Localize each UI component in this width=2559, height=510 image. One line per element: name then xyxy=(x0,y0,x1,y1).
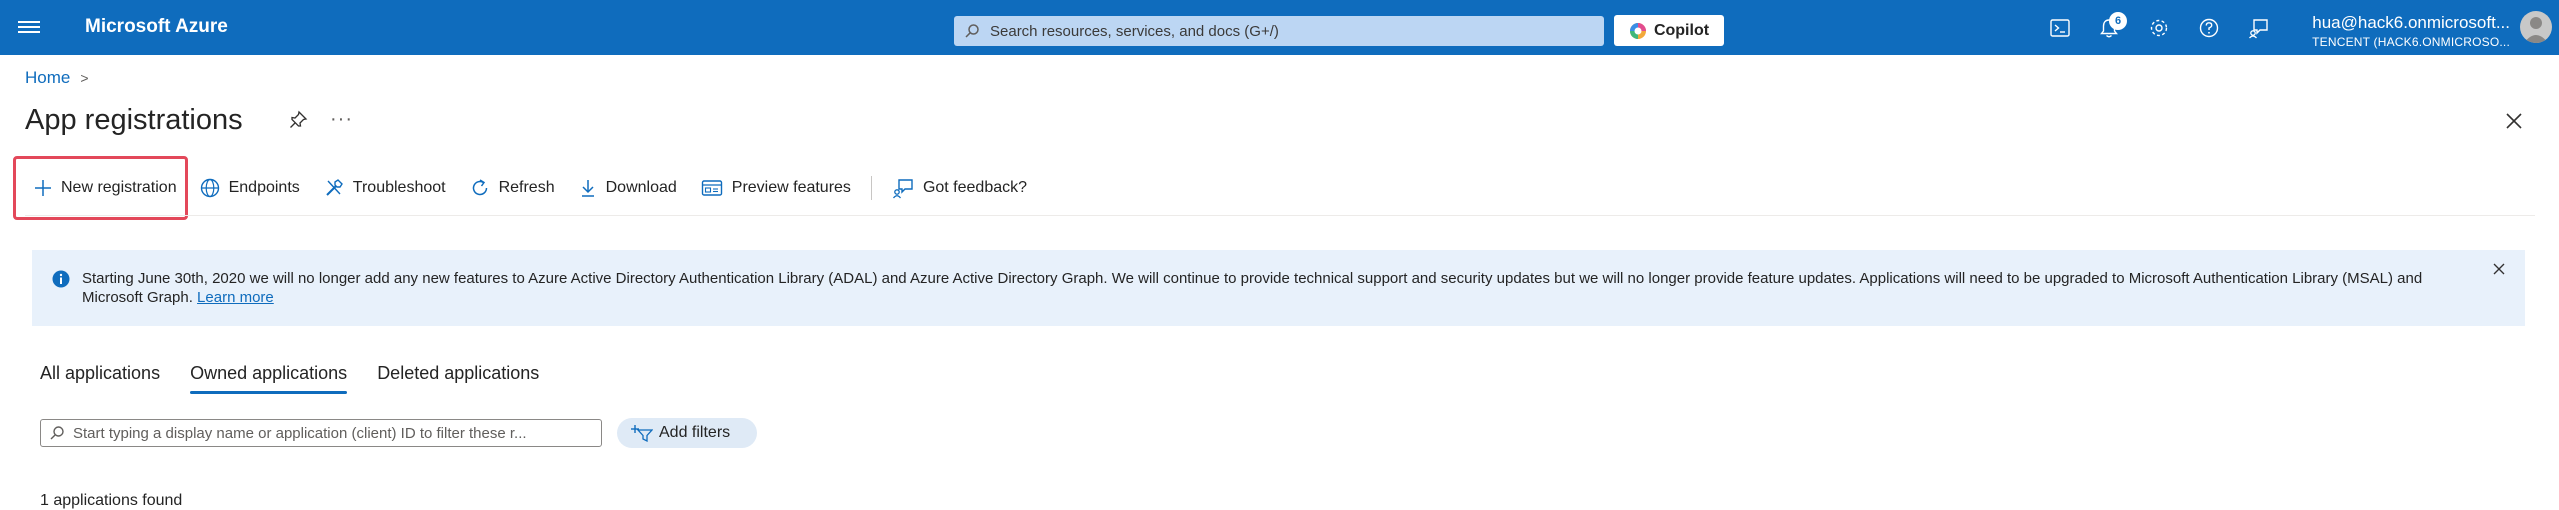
plus-icon xyxy=(35,180,51,196)
tab-all-applications[interactable]: All applications xyxy=(40,363,160,392)
download-label: Download xyxy=(605,179,677,196)
tab-deleted-applications[interactable]: Deleted applications xyxy=(377,363,539,392)
preview-features-button[interactable]: Preview features xyxy=(689,168,863,208)
user-avatar-icon xyxy=(2524,17,2548,43)
account-menu[interactable]: hua@hack6.onmicrosoft... TENCENT (HACK6.… xyxy=(2310,13,2510,49)
page-title: App registrations xyxy=(25,104,243,136)
brand-title[interactable]: Microsoft Azure xyxy=(85,16,228,38)
banner-text: Starting June 30th, 2020 we will no long… xyxy=(82,270,2423,306)
info-banner: Starting June 30th, 2020 we will no long… xyxy=(32,250,2525,326)
refresh-label: Refresh xyxy=(498,179,555,196)
breadcrumb: Home > xyxy=(25,68,89,88)
help-icon[interactable] xyxy=(2198,17,2220,39)
add-filters-button[interactable]: Add filters xyxy=(617,418,757,448)
feedback-icon[interactable] xyxy=(2248,17,2270,39)
filter-box[interactable] xyxy=(40,419,602,447)
feedback-icon xyxy=(892,179,913,199)
info-icon xyxy=(52,270,70,288)
filter-input[interactable] xyxy=(71,423,595,443)
copilot-icon xyxy=(1629,22,1646,39)
pin-icon[interactable] xyxy=(288,110,308,130)
endpoints-button[interactable]: Endpoints xyxy=(188,168,312,208)
account-email: hua@hack6.onmicrosoft... xyxy=(2312,13,2510,32)
global-search[interactable] xyxy=(954,16,1604,46)
new-registration-label: New registration xyxy=(61,179,177,196)
endpoints-label: Endpoints xyxy=(228,179,300,196)
feedback-label: Got feedback? xyxy=(922,179,1028,196)
banner-message: Starting June 30th, 2020 we will no long… xyxy=(82,269,2462,307)
notification-badge: 6 xyxy=(2109,12,2127,30)
refresh-icon xyxy=(472,179,487,196)
gear-icon[interactable] xyxy=(2148,17,2170,39)
globe-icon xyxy=(200,178,219,198)
results-count: 1 applications found xyxy=(40,492,183,509)
copilot-label: Copilot xyxy=(1653,21,1710,39)
cloud-shell-icon[interactable] xyxy=(2049,17,2071,39)
feedback-button[interactable]: Got feedback? xyxy=(880,168,1039,208)
preview-features-label: Preview features xyxy=(731,179,851,196)
download-button[interactable]: Download xyxy=(567,168,689,208)
troubleshoot-button[interactable]: Troubleshoot xyxy=(312,168,458,208)
menu-icon[interactable] xyxy=(18,18,40,38)
more-options-icon[interactable]: ··· xyxy=(330,108,353,131)
learn-more-link[interactable]: Learn more xyxy=(197,289,274,306)
avatar[interactable] xyxy=(2520,11,2552,43)
add-filter-icon xyxy=(631,425,653,442)
copilot-button[interactable]: Copilot xyxy=(1614,15,1724,46)
app-tabs: All applications Owned applications Dele… xyxy=(40,363,569,394)
toolbar-divider xyxy=(870,176,872,200)
close-icon[interactable] xyxy=(2505,112,2523,130)
breadcrumb-home[interactable]: Home xyxy=(25,68,70,88)
refresh-button[interactable]: Refresh xyxy=(458,168,567,208)
tab-owned-applications[interactable]: Owned applications xyxy=(190,363,348,394)
dismiss-icon[interactable] xyxy=(2493,263,2505,275)
new-registration-button[interactable]: New registration xyxy=(13,156,188,220)
troubleshoot-label: Troubleshoot xyxy=(352,179,446,196)
breadcrumb-separator: > xyxy=(80,70,89,86)
command-bar: New registration Endpoints Troubleshoot … xyxy=(13,156,1039,220)
add-filters-label: Add filters xyxy=(659,424,731,441)
download-icon xyxy=(581,180,594,197)
top-bar: Microsoft Azure Copilot 6 xyxy=(0,0,2559,55)
search-input[interactable] xyxy=(988,21,1572,41)
account-tenant: TENCENT (HACK6.ONMICROSO... xyxy=(2312,35,2510,49)
toolbar-divider-line xyxy=(25,215,2535,216)
preview-features-icon xyxy=(701,180,722,196)
search-icon xyxy=(965,24,979,38)
search-icon xyxy=(50,426,64,440)
wrench-icon xyxy=(326,179,343,196)
